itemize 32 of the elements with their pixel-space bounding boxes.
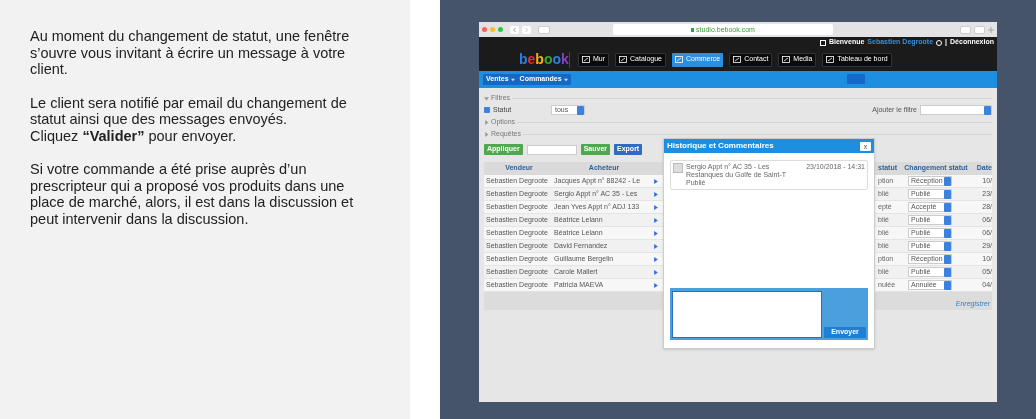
play-icon[interactable] <box>654 256 658 262</box>
avatar-icon <box>673 163 683 173</box>
logo: bebook <box>519 52 569 67</box>
nav-icon <box>675 56 683 63</box>
instruction-text: Cliquez “Valider” pour envoyer. <box>30 127 238 144</box>
caret-icon <box>510 77 515 82</box>
instruction-text: Si votre commande a été prise auprès d’un prescripteur qui a proposé vos produits dans une place de marché, alors, il est dans la discussion et peut intervenir dans la discussion. <box>30 161 355 227</box>
statut-checkbox[interactable] <box>484 107 490 113</box>
query-name-field[interactable] <box>526 144 577 155</box>
play-icon[interactable] <box>654 217 658 223</box>
user-icon <box>819 39 826 46</box>
caret-icon <box>563 77 568 82</box>
nav-icon <box>619 56 628 63</box>
close-icon[interactable] <box>482 27 487 32</box>
play-icon[interactable] <box>654 204 658 210</box>
expanded-caret-icon <box>484 95 489 101</box>
play-icon[interactable] <box>654 191 658 197</box>
nav-icon <box>582 56 590 63</box>
play-icon[interactable] <box>654 230 658 236</box>
dialog-title: Historique et Commentaires <box>667 140 774 152</box>
nav-icon <box>782 56 791 63</box>
lock-icon <box>691 27 695 32</box>
play-icon[interactable] <box>654 178 658 184</box>
add-filter-select[interactable] <box>920 105 992 115</box>
instruction-text: Au moment du changement de statut, une fenêtre s’ouvre vous invitant à écrire un message à votre client. <box>30 28 351 78</box>
message-field[interactable] <box>672 291 822 338</box>
play-icon[interactable] <box>654 282 658 288</box>
nav-icon <box>733 56 742 63</box>
instruction-text: Le client sera notifié par email du changement de statut ainsi que des messages envoyés. <box>30 94 348 128</box>
play-icon[interactable] <box>654 269 658 275</box>
play-icon[interactable] <box>654 243 658 249</box>
nav-icon <box>826 56 835 63</box>
